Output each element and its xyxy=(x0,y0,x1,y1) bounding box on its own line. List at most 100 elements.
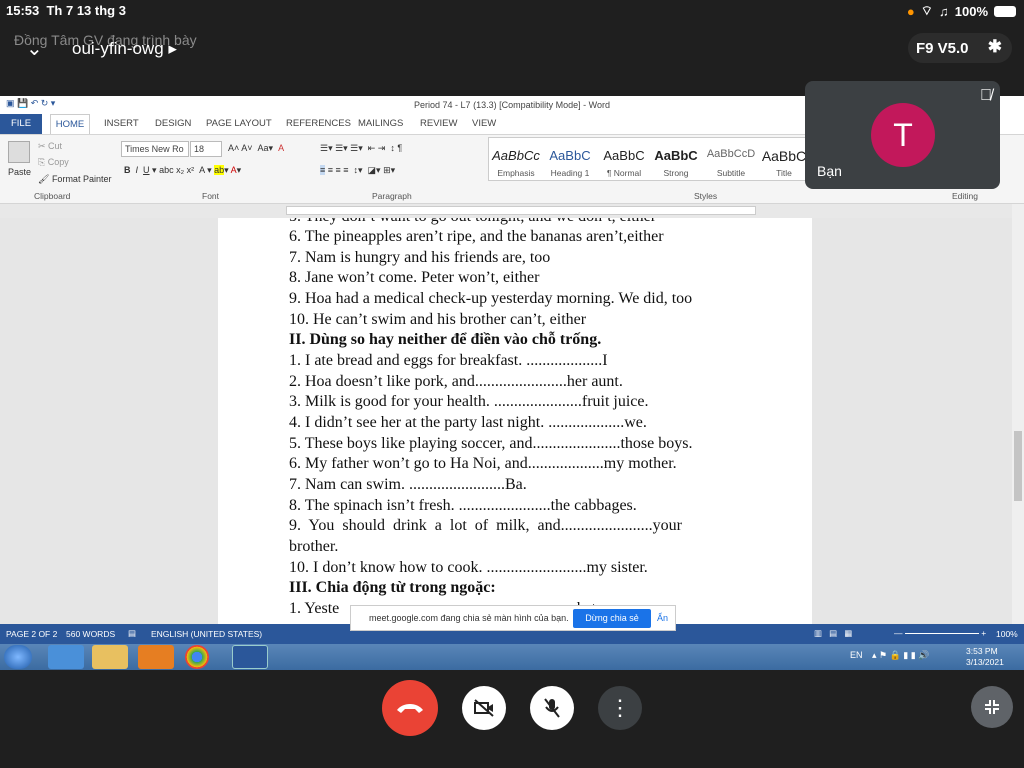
page-count[interactable]: PAGE 2 OF 2 xyxy=(6,629,57,639)
zoom-slider[interactable]: — + xyxy=(894,628,986,638)
doc-line: 2. Hoa doesn’t like pork, and...........… xyxy=(289,373,623,390)
self-name-label: Bạn xyxy=(817,163,842,179)
editing-group-label: Editing xyxy=(952,191,978,201)
doc-line: 9. You should drink a lot of milk, and..… xyxy=(289,517,682,534)
tab-page-layout[interactable]: PAGE LAYOUT xyxy=(206,118,272,129)
self-video-tile[interactable]: T Bạn 🎙̸ xyxy=(805,81,1000,189)
battery-label: 100% xyxy=(954,3,988,19)
document-page[interactable]: 5. They don’t want to go out tonight, an… xyxy=(218,218,812,624)
cut-button[interactable]: ✂ Cut xyxy=(38,141,62,152)
tab-view[interactable]: VIEW xyxy=(472,118,496,129)
doc-line: 10. He can’t swim and his brother can’t,… xyxy=(289,311,587,328)
camera-toggle-button[interactable] xyxy=(462,686,506,730)
list-buttons[interactable]: ☰▾ ☰▾ ☰▾ ⇤ ⇥ ↕ ¶ xyxy=(320,143,402,154)
windows-taskbar: EN ▴ ⚑ 🔒 ▮ ▮ 🔊 3:53 PM 3/13/2021 xyxy=(0,644,1024,670)
doc-line: 6. My father won’t go to Ha Noi, and....… xyxy=(289,455,677,472)
scrollbar-thumb[interactable] xyxy=(1014,431,1022,501)
tab-home[interactable]: HOME xyxy=(50,114,90,134)
font-grow-shrink-buttons[interactable]: A˄ A˅ Aa▾ A xyxy=(228,143,284,154)
end-call-button[interactable] xyxy=(382,680,438,736)
zoom-level[interactable]: 100% xyxy=(996,629,1018,639)
font-group-label: Font xyxy=(202,191,220,201)
font-name-select[interactable]: Times New Ro xyxy=(121,141,189,157)
doc-line: 8. The spinach isn’t fresh. ............… xyxy=(289,497,637,514)
doc-heading: II. Dùng so hay neither để điền vào chỗ … xyxy=(289,331,602,348)
avatar: T xyxy=(871,103,935,167)
language[interactable]: ENGLISH (UNITED STATES) xyxy=(151,629,262,639)
tab-file[interactable]: FILE xyxy=(0,114,42,134)
paste-icon[interactable] xyxy=(8,141,30,163)
style-heading-1[interactable]: AaBbC Heading 1 xyxy=(545,144,595,184)
alignment-buttons[interactable]: ≡ ≡ ≡ ≡ ↕▾ ◪▾ ⊞▾ xyxy=(320,165,395,176)
style-normal[interactable]: AaBbC ¶ Normal xyxy=(599,144,649,184)
view-buttons[interactable]: ▥ ▤ ▦ xyxy=(814,628,852,639)
document-title: Period 74 - L7 (13.3) [Compatibility Mod… xyxy=(414,100,610,110)
chevron-down-icon[interactable]: ⌄ xyxy=(26,36,43,61)
doc-heading: III. Chia động từ trong ngoặc: xyxy=(289,579,496,596)
recording-dot-icon: ● xyxy=(906,3,915,19)
styles-group-label: Styles xyxy=(694,191,718,201)
tab-insert[interactable]: INSERT xyxy=(104,118,139,129)
tray-icons[interactable]: ▴ ⚑ 🔒 ▮ ▮ 🔊 xyxy=(872,650,929,661)
doc-line: 7. Nam can swim. .......................… xyxy=(289,476,527,493)
clock-time[interactable]: 3:53 PM xyxy=(966,646,998,656)
tab-design[interactable]: DESIGN xyxy=(155,118,191,129)
style-emphasis[interactable]: AaBbCc Emphasis xyxy=(491,144,541,184)
device-badge: F9 V5.0 ✱ xyxy=(908,33,1012,63)
word-count[interactable]: 560 WORDS xyxy=(66,629,115,639)
clock-date[interactable]: 3/13/2021 xyxy=(966,657,1004,667)
style-title[interactable]: AaBbC Title xyxy=(761,144,807,184)
media-player-icon[interactable] xyxy=(138,645,174,669)
meeting-code[interactable]: oui-yfin-owg ▸ xyxy=(72,39,177,59)
copy-button[interactable]: ⎘ Copy xyxy=(38,157,69,168)
more-options-button[interactable]: ⋮ xyxy=(598,686,642,730)
collapse-icon xyxy=(985,700,999,714)
mic-off-icon xyxy=(544,698,560,718)
doc-line: 6. The pineapples aren’t ripe, and the b… xyxy=(289,228,664,245)
quick-access-toolbar-icons[interactable]: ▣ 💾 ↶ ↻ ▾ xyxy=(6,98,55,109)
paragraph-group-label: Paragraph xyxy=(372,191,412,201)
format-painter-button[interactable]: 🖌 Format Painter xyxy=(38,174,111,185)
horizontal-ruler[interactable] xyxy=(0,204,1024,218)
chrome-icon[interactable] xyxy=(185,645,209,669)
input-language[interactable]: EN xyxy=(850,650,863,660)
mic-toggle-button[interactable] xyxy=(530,686,574,730)
screen-share-banner: meet.google.com đang chia sẻ màn hình củ… xyxy=(350,605,676,631)
doc-line: 5. They don’t want to go out tonight, an… xyxy=(289,218,656,226)
document-area[interactable]: 5. They don’t want to go out tonight, an… xyxy=(0,218,1012,624)
camera-off-icon xyxy=(474,699,494,717)
stop-sharing-button[interactable]: Dừng chia sẻ xyxy=(573,609,651,628)
explorer-icon[interactable] xyxy=(92,645,128,669)
style-strong[interactable]: AaBbC Strong xyxy=(651,144,701,184)
font-format-buttons[interactable]: B I U ▾ abc x₂ x² A ▾ ab▾ A▾ xyxy=(124,165,241,176)
font-size-select[interactable]: 18 xyxy=(190,141,222,157)
mic-off-icon: 🎙̸ xyxy=(980,87,992,104)
bluetooth-icon: ✱ xyxy=(987,37,1002,56)
word-taskbar-icon[interactable] xyxy=(232,645,268,669)
status-time-date: 15:53 Th 7 13 thg 3 xyxy=(6,3,126,18)
clipboard-group-label: Clipboard xyxy=(34,191,71,201)
doc-line: 9. Hoa had a medical check-up yesterday … xyxy=(289,290,693,307)
tab-review[interactable]: REVIEW xyxy=(420,118,457,129)
tab-references[interactable]: REFERENCES xyxy=(286,118,351,129)
styles-gallery[interactable]: AaBbCc Emphasis AaBbC Heading 1 AaBbC ¶ Nor… xyxy=(488,137,808,181)
doc-line: brother. xyxy=(289,538,339,555)
style-subtitle[interactable]: AaBbCcD Subtitle xyxy=(703,144,759,184)
paste-button[interactable]: Paste xyxy=(8,167,31,177)
share-notice-text: meet.google.com đang chia sẻ màn hình củ… xyxy=(369,613,569,623)
hide-banner-button[interactable]: Ẩn xyxy=(657,613,668,623)
proofing-icon[interactable]: ▤ xyxy=(128,628,136,639)
doc-line: 3. Milk is good for your health. .......… xyxy=(289,393,649,410)
doc-line: 1. I ate bread and eggs for breakfast. .… xyxy=(289,352,608,369)
doc-line: 10. I don’t know how to cook. ..........… xyxy=(289,559,648,576)
doc-line: 5. These boys like playing soccer, and..… xyxy=(289,435,693,452)
start-button[interactable] xyxy=(4,645,32,669)
wifi-icon: ⌔ xyxy=(920,3,933,18)
doc-line: 7. Nam is hungry and his friends are, to… xyxy=(289,249,551,266)
ie-icon[interactable] xyxy=(48,645,84,669)
exit-fullscreen-button[interactable] xyxy=(971,686,1013,728)
tab-mailings[interactable]: MAILINGS xyxy=(358,118,403,129)
vertical-scrollbar[interactable] xyxy=(1012,204,1024,624)
doc-line: 4. I didn’t see her at the party last ni… xyxy=(289,414,647,431)
status-icons: ● ⌔ ♫ 100% xyxy=(907,3,1016,19)
